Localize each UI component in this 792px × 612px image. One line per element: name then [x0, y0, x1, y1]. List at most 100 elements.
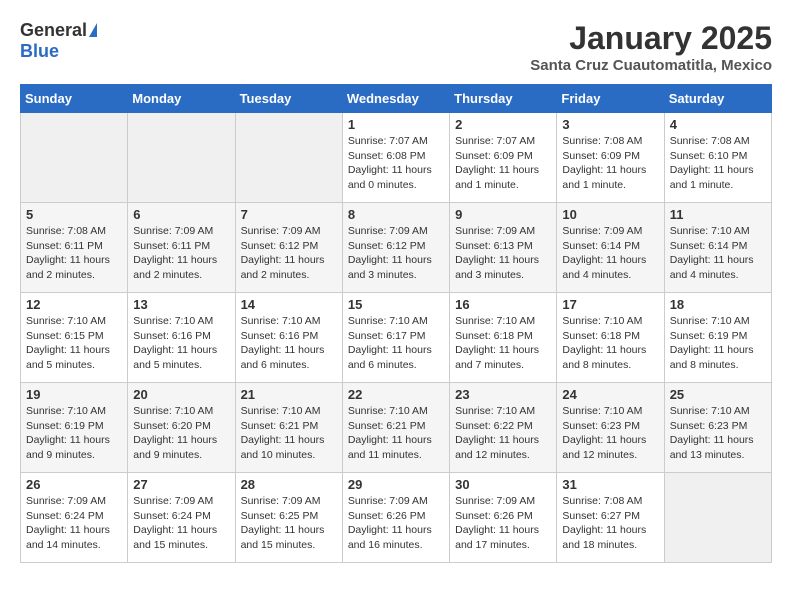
calendar-week-row: 1 Sunrise: 7:07 AM Sunset: 6:08 PM Daylig…	[21, 113, 772, 203]
calendar-cell: 18 Sunrise: 7:10 AM Sunset: 6:19 PM Dayli…	[664, 293, 771, 383]
calendar-cell	[21, 113, 128, 203]
day-number: 24	[562, 387, 658, 402]
day-number: 19	[26, 387, 122, 402]
title-block: January 2025 Santa Cruz Cuautomatitla, M…	[530, 20, 772, 74]
weekday-header-monday: Monday	[128, 85, 235, 113]
day-number: 31	[562, 477, 658, 492]
day-info: Sunrise: 7:08 AM Sunset: 6:09 PM Dayligh…	[562, 134, 658, 193]
logo-triangle-icon	[89, 23, 97, 37]
day-number: 6	[133, 207, 229, 222]
calendar-cell	[128, 113, 235, 203]
day-number: 22	[348, 387, 444, 402]
calendar-cell	[664, 473, 771, 563]
day-info: Sunrise: 7:10 AM Sunset: 6:19 PM Dayligh…	[670, 314, 766, 373]
calendar-week-row: 12 Sunrise: 7:10 AM Sunset: 6:15 PM Dayli…	[21, 293, 772, 383]
calendar-cell: 2 Sunrise: 7:07 AM Sunset: 6:09 PM Daylig…	[450, 113, 557, 203]
logo-general-text: General	[20, 20, 87, 41]
calendar-cell: 23Sunrise: 7:10 AM Sunset: 6:22 PM Dayli…	[450, 383, 557, 473]
day-info: Sunrise: 7:09 AM Sunset: 6:14 PM Dayligh…	[562, 224, 658, 283]
day-number: 12	[26, 297, 122, 312]
calendar-cell: 4 Sunrise: 7:08 AM Sunset: 6:10 PM Daylig…	[664, 113, 771, 203]
calendar-cell: 14Sunrise: 7:10 AM Sunset: 6:16 PM Dayli…	[235, 293, 342, 383]
day-number: 1	[348, 117, 444, 132]
day-number: 29	[348, 477, 444, 492]
calendar-week-row: 19 Sunrise: 7:10 AM Sunset: 6:19 PM Dayli…	[21, 383, 772, 473]
calendar-cell: 31 Sunrise: 7:08 AM Sunset: 6:27 PM Dayli…	[557, 473, 664, 563]
day-info: Sunrise: 7:10 AM Sunset: 6:23 PM Dayligh…	[670, 404, 766, 463]
day-info: Sunrise: 7:09 AM Sunset: 6:26 PM Dayligh…	[348, 494, 444, 553]
day-number: 11	[670, 207, 766, 222]
day-info: Sunrise: 7:09 AM Sunset: 6:13 PM Dayligh…	[455, 224, 551, 283]
day-number: 26	[26, 477, 122, 492]
calendar-cell: 11 Sunrise: 7:10 AM Sunset: 6:14 PM Dayli…	[664, 203, 771, 293]
calendar-cell: 6 Sunrise: 7:09 AM Sunset: 6:11 PM Daylig…	[128, 203, 235, 293]
calendar-week-row: 5 Sunrise: 7:08 AM Sunset: 6:11 PM Daylig…	[21, 203, 772, 293]
day-info: Sunrise: 7:08 AM Sunset: 6:27 PM Dayligh…	[562, 494, 658, 553]
calendar-cell: 28Sunrise: 7:09 AM Sunset: 6:25 PM Dayli…	[235, 473, 342, 563]
day-info: Sunrise: 7:09 AM Sunset: 6:11 PM Dayligh…	[133, 224, 229, 283]
weekday-header-row: SundayMondayTuesdayWednesdayThursdayFrid…	[21, 85, 772, 113]
day-info: Sunrise: 7:10 AM Sunset: 6:18 PM Dayligh…	[455, 314, 551, 373]
day-number: 15	[348, 297, 444, 312]
day-number: 20	[133, 387, 229, 402]
day-info: Sunrise: 7:07 AM Sunset: 6:09 PM Dayligh…	[455, 134, 551, 193]
day-info: Sunrise: 7:09 AM Sunset: 6:25 PM Dayligh…	[241, 494, 337, 553]
calendar-cell: 5 Sunrise: 7:08 AM Sunset: 6:11 PM Daylig…	[21, 203, 128, 293]
day-info: Sunrise: 7:10 AM Sunset: 6:23 PM Dayligh…	[562, 404, 658, 463]
logo-blue-text: Blue	[20, 41, 59, 62]
day-info: Sunrise: 7:09 AM Sunset: 6:26 PM Dayligh…	[455, 494, 551, 553]
calendar-cell: 12 Sunrise: 7:10 AM Sunset: 6:15 PM Dayli…	[21, 293, 128, 383]
day-info: Sunrise: 7:10 AM Sunset: 6:17 PM Dayligh…	[348, 314, 444, 373]
calendar-cell: 15 Sunrise: 7:10 AM Sunset: 6:17 PM Dayli…	[342, 293, 449, 383]
weekday-header-tuesday: Tuesday	[235, 85, 342, 113]
day-number: 16	[455, 297, 551, 312]
day-number: 2	[455, 117, 551, 132]
day-info: Sunrise: 7:10 AM Sunset: 6:18 PM Dayligh…	[562, 314, 658, 373]
weekday-header-thursday: Thursday	[450, 85, 557, 113]
day-number: 8	[348, 207, 444, 222]
calendar-cell: 9Sunrise: 7:09 AM Sunset: 6:13 PM Daylig…	[450, 203, 557, 293]
calendar-cell: 26 Sunrise: 7:09 AM Sunset: 6:24 PM Dayli…	[21, 473, 128, 563]
calendar-cell: 24 Sunrise: 7:10 AM Sunset: 6:23 PM Dayli…	[557, 383, 664, 473]
day-number: 10	[562, 207, 658, 222]
day-info: Sunrise: 7:08 AM Sunset: 6:10 PM Dayligh…	[670, 134, 766, 193]
calendar-cell: 27Sunrise: 7:09 AM Sunset: 6:24 PM Dayli…	[128, 473, 235, 563]
day-info: Sunrise: 7:07 AM Sunset: 6:08 PM Dayligh…	[348, 134, 444, 193]
day-number: 4	[670, 117, 766, 132]
day-info: Sunrise: 7:10 AM Sunset: 6:19 PM Dayligh…	[26, 404, 122, 463]
calendar-cell: 30 Sunrise: 7:09 AM Sunset: 6:26 PM Dayli…	[450, 473, 557, 563]
day-number: 5	[26, 207, 122, 222]
day-info: Sunrise: 7:10 AM Sunset: 6:14 PM Dayligh…	[670, 224, 766, 283]
day-info: Sunrise: 7:08 AM Sunset: 6:11 PM Dayligh…	[26, 224, 122, 283]
calendar-cell: 7Sunrise: 7:09 AM Sunset: 6:12 PM Daylig…	[235, 203, 342, 293]
calendar-cell: 16 Sunrise: 7:10 AM Sunset: 6:18 PM Dayli…	[450, 293, 557, 383]
day-info: Sunrise: 7:10 AM Sunset: 6:15 PM Dayligh…	[26, 314, 122, 373]
day-info: Sunrise: 7:10 AM Sunset: 6:21 PM Dayligh…	[348, 404, 444, 463]
weekday-header-wednesday: Wednesday	[342, 85, 449, 113]
calendar-table: SundayMondayTuesdayWednesdayThursdayFrid…	[20, 84, 772, 563]
calendar-cell: 22 Sunrise: 7:10 AM Sunset: 6:21 PM Dayli…	[342, 383, 449, 473]
day-number: 14	[241, 297, 337, 312]
page-header: General Blue January 2025 Santa Cruz Cua…	[20, 20, 772, 74]
day-info: Sunrise: 7:09 AM Sunset: 6:24 PM Dayligh…	[26, 494, 122, 553]
day-number: 23	[455, 387, 551, 402]
calendar-cell: 25Sunrise: 7:10 AM Sunset: 6:23 PM Dayli…	[664, 383, 771, 473]
weekday-header-friday: Friday	[557, 85, 664, 113]
calendar-cell: 17Sunrise: 7:10 AM Sunset: 6:18 PM Dayli…	[557, 293, 664, 383]
calendar-cell: 20 Sunrise: 7:10 AM Sunset: 6:20 PM Dayli…	[128, 383, 235, 473]
calendar-week-row: 26 Sunrise: 7:09 AM Sunset: 6:24 PM Dayli…	[21, 473, 772, 563]
logo: General Blue	[20, 20, 97, 62]
calendar-cell: 8Sunrise: 7:09 AM Sunset: 6:12 PM Daylig…	[342, 203, 449, 293]
weekday-header-saturday: Saturday	[664, 85, 771, 113]
day-number: 7	[241, 207, 337, 222]
day-number: 18	[670, 297, 766, 312]
day-number: 3	[562, 117, 658, 132]
calendar-cell: 29 Sunrise: 7:09 AM Sunset: 6:26 PM Dayli…	[342, 473, 449, 563]
day-info: Sunrise: 7:10 AM Sunset: 6:21 PM Dayligh…	[241, 404, 337, 463]
calendar-cell	[235, 113, 342, 203]
day-info: Sunrise: 7:09 AM Sunset: 6:24 PM Dayligh…	[133, 494, 229, 553]
day-number: 13	[133, 297, 229, 312]
day-info: Sunrise: 7:10 AM Sunset: 6:20 PM Dayligh…	[133, 404, 229, 463]
day-number: 30	[455, 477, 551, 492]
day-info: Sunrise: 7:10 AM Sunset: 6:16 PM Dayligh…	[133, 314, 229, 373]
